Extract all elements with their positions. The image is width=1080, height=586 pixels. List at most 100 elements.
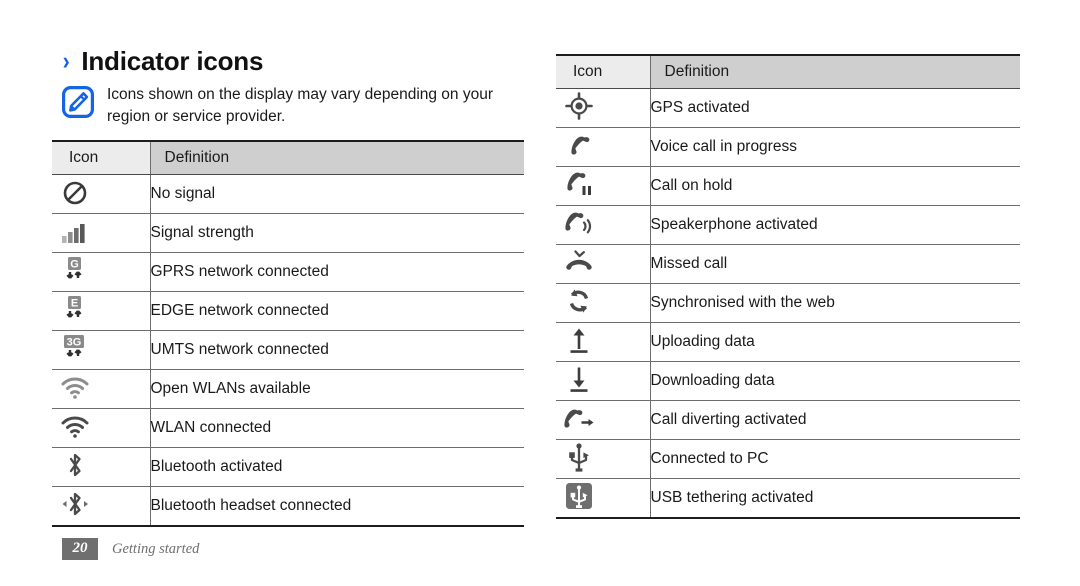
umts-network-icon: 3G: [52, 333, 98, 363]
table-row: Voice call in progress: [556, 127, 1020, 167]
table-row: WLAN connected: [52, 408, 524, 448]
upload-data-icon: [556, 325, 602, 355]
table-header-row: Icon Definition: [556, 55, 1020, 89]
indicator-table-left: Icon Definition No signal Signal strengt…: [52, 140, 524, 527]
indicator-icon-cell: [556, 439, 651, 479]
indicator-definition-cell: Missed call: [650, 244, 1020, 284]
indicator-icon-cell: [556, 283, 651, 323]
bluetooth-activated-icon: [52, 450, 98, 480]
table-row: 3G UMTS network connected: [52, 330, 524, 370]
download-data-icon: [556, 364, 602, 394]
table-row: Bluetooth activated: [52, 447, 524, 487]
indicator-icon-cell: [556, 205, 651, 245]
usb-tethering-icon: [556, 481, 602, 511]
svg-text:G: G: [70, 258, 79, 270]
manual-page: › Indicator icons Icons shown on the dis…: [0, 0, 1080, 586]
table-row: E EDGE network connected: [52, 291, 524, 331]
indicator-definition-cell: Connected to PC: [650, 439, 1020, 479]
column-header-icon: Icon: [556, 55, 651, 89]
indicator-icon-cell: [52, 369, 151, 409]
column-header-icon: Icon: [52, 141, 151, 175]
column-header-definition-label: Definition: [664, 63, 730, 80]
open-wlan-icon: [52, 373, 98, 403]
indicator-definition-cell: Open WLANs available: [150, 369, 524, 409]
svg-text:3G: 3G: [67, 336, 82, 348]
table-row: Open WLANs available: [52, 369, 524, 409]
indicator-definition-cell: No signal: [150, 174, 524, 214]
table-row: Connected to PC: [556, 439, 1020, 479]
indicator-definition-cell: Call on hold: [650, 166, 1020, 206]
usb-connected-icon: [556, 442, 602, 472]
indicator-icon-cell: [52, 408, 151, 448]
indicator-definition-cell: GPS activated: [650, 88, 1020, 128]
table-row: Uploading data: [556, 322, 1020, 362]
indicator-definition-cell: EDGE network connected: [150, 291, 524, 331]
table-row: Bluetooth headset connected: [52, 486, 524, 526]
page-number: 20: [62, 538, 98, 560]
table-row: USB tethering activated: [556, 478, 1020, 518]
indicator-icon-cell: [52, 213, 151, 253]
table-row: Call on hold: [556, 166, 1020, 206]
page-title: Indicator icons: [81, 46, 264, 76]
signal-strength-icon: [52, 217, 98, 247]
gps-activated-icon: [556, 91, 602, 121]
indicator-icon-cell: [52, 174, 151, 214]
edge-network-icon: E: [52, 294, 98, 324]
no-signal-icon: [52, 178, 98, 208]
indicator-definition-cell: WLAN connected: [150, 408, 524, 448]
table-header-row: Icon Definition: [52, 141, 524, 175]
indicator-icon-cell: [556, 166, 651, 206]
missed-call-icon: [556, 248, 602, 278]
table-row: Missed call: [556, 244, 1020, 284]
indicator-definition-cell: Bluetooth activated: [150, 447, 524, 487]
indicator-icon-cell: E: [52, 291, 151, 331]
table-row: Synchronised with the web: [556, 283, 1020, 323]
indicator-icon-cell: [556, 361, 651, 401]
chevron-right-icon: ›: [62, 47, 70, 75]
column-header-icon-label: Icon: [69, 149, 99, 166]
indicator-icon-cell: [556, 244, 651, 284]
indicator-table-right: Icon Definition GPS activated Voice call…: [556, 54, 1020, 519]
indicator-definition-cell: Voice call in progress: [650, 127, 1020, 167]
call-diverting-icon: [556, 404, 602, 434]
indicator-icon-cell: [556, 88, 651, 128]
indicator-icon-cell: [556, 127, 651, 167]
indicator-definition-cell: Synchronised with the web: [650, 283, 1020, 323]
gprs-network-icon: G: [52, 255, 98, 285]
page-footer: 20 Getting started: [62, 538, 199, 560]
indicator-icon-cell: [52, 447, 151, 487]
indicator-definition-cell: Uploading data: [650, 322, 1020, 362]
indicator-icon-cell: [556, 478, 651, 518]
bluetooth-headset-icon: [52, 489, 98, 519]
voice-call-icon: [556, 131, 602, 161]
table-row: GPS activated: [556, 88, 1020, 128]
wlan-connected-icon: [52, 412, 98, 442]
table-row: Speakerphone activated: [556, 205, 1020, 245]
indicator-definition-cell: Speakerphone activated: [650, 205, 1020, 245]
indicator-definition-cell: USB tethering activated: [650, 489, 814, 506]
column-header-definition-label: Definition: [164, 149, 230, 166]
sync-web-icon: [556, 286, 602, 316]
column-header-definition: Definition: [650, 55, 1020, 89]
indicator-icon-cell: G: [52, 252, 151, 292]
indicator-definition-cell: Bluetooth headset connected: [150, 497, 352, 514]
indicator-icon-cell: 3G: [52, 330, 151, 370]
page-heading: › Indicator icons: [62, 46, 264, 77]
column-header-definition: Definition: [150, 141, 524, 175]
indicator-definition-cell: Call diverting activated: [650, 400, 1020, 440]
indicator-definition-cell: Signal strength: [150, 213, 524, 253]
table-row: Signal strength: [52, 213, 524, 253]
speakerphone-icon: [556, 208, 602, 238]
call-on-hold-icon: [556, 169, 602, 199]
svg-text:E: E: [71, 297, 78, 309]
table-row: G GPRS network connected: [52, 252, 524, 292]
note-block: Icons shown on the display may vary depe…: [62, 84, 532, 128]
table-row: No signal: [52, 174, 524, 214]
indicator-definition-cell: Downloading data: [650, 361, 1020, 401]
column-header-icon-label: Icon: [573, 63, 603, 80]
indicator-icon-cell: [52, 486, 151, 526]
indicator-icon-cell: [556, 400, 651, 440]
footer-section-label: Getting started: [112, 540, 200, 557]
table-row: Call diverting activated: [556, 400, 1020, 440]
table-row: Downloading data: [556, 361, 1020, 401]
